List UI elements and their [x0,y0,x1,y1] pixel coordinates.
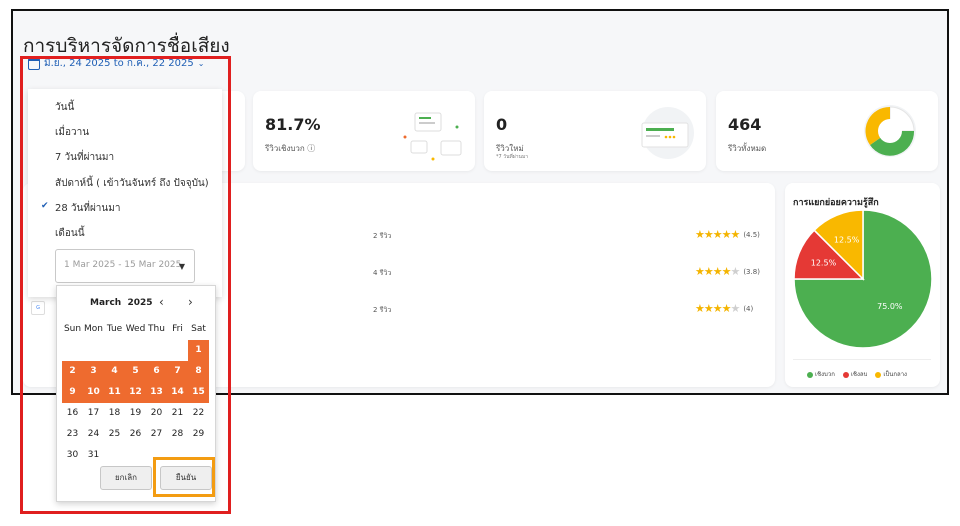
rating-value: (4.5) [743,230,760,239]
chevron-left-icon[interactable]: ‹ [159,295,164,309]
calendar-day[interactable]: 25 [104,424,125,445]
sentiment-card: การแยกย่อยความรู้สึก 75.0% 12.5% 12.5% เชิ… [785,183,940,387]
pie-data-label: 12.5% [811,259,837,268]
rating-row: ★★★★★ (4.5) [695,228,760,241]
weekday-header: Mon [84,324,103,334]
calendar-day[interactable]: 16 [62,403,83,424]
review-count: 2 รีวิว [373,306,392,314]
calendar-day[interactable]: 8 [188,361,209,382]
calendar-day[interactable]: 31 [83,445,104,466]
weekday-header: Fri [172,324,183,334]
date-range-trigger[interactable]: มิ.ย., 24 2025 to ก.ค., 22 2025 ⌄ [28,56,204,71]
stat-value: 0 [496,115,508,134]
calendar-day[interactable]: 22 [188,403,209,424]
calendar-day[interactable]: 1 [188,340,209,361]
weekday-header: Sun [63,324,82,334]
rating-value: (4) [743,304,754,313]
calendar-day[interactable]: 6 [146,361,167,382]
preset-last-28-days[interactable]: 28 วันที่ผ่านมา [41,201,121,216]
stat-value: 81.7% [265,115,321,134]
calendar-day[interactable]: 5 [125,361,146,382]
pie-data-label: 75.0% [877,302,903,311]
date-preset-dropdown: วันนี้ เมื่อวาน 7 วันที่ผ่านมา สัปดาห์นี… [28,89,222,297]
google-logo-icon: G [31,301,45,315]
weekday-header: Wed [125,324,146,334]
calendar-day[interactable]: 10 [83,382,104,403]
stat-card-positive: 81.7% รีวิวเชิงบวก ⓘ [253,91,475,171]
calendar-day[interactable]: 21 [167,403,188,424]
weekday-header: Tue [106,324,123,334]
calendar-day[interactable]: 15 [188,382,209,403]
calendar-day[interactable]: 7 [167,361,188,382]
calendar-day[interactable]: 20 [146,403,167,424]
stat-label: รีวิวทั้งหมด [728,144,767,153]
calendar-day[interactable]: 3 [83,361,104,382]
weekday-header: Sat [191,324,206,334]
star-rating: ★★★★★ [695,228,740,241]
caret-down-icon: ▼ [178,262,185,271]
legend-positive: เชิงบวก [807,369,835,379]
calendar-day[interactable]: 24 [83,424,104,445]
star-rating: ★★★★★ [695,265,740,278]
calendar-day[interactable]: 11 [104,382,125,403]
divider [793,359,931,360]
rating-row: ★★★★★ (3.8) [695,265,760,278]
stat-label: รีวิวเชิงบวก ⓘ [265,144,316,153]
chevron-down-icon: ⌄ [197,59,205,68]
date-range-label: มิ.ย., 24 2025 to ก.ค., 22 2025 [44,58,194,69]
weekday-header: Thu [148,324,165,334]
calendar-day[interactable]: 4 [104,361,125,382]
calendar-icon [28,57,40,70]
preset-this-month[interactable]: เดือนนี้ [55,226,85,241]
calendar-day[interactable]: 30 [62,445,83,466]
preset-this-week[interactable]: สัปดาห์นี้ ( เข้าวันจันทร์ ถึง ปัจจุบัน) [55,176,209,191]
calendar-day[interactable]: 26 [125,424,146,445]
chevron-right-icon[interactable]: › [188,295,193,309]
review-count: 2 รีวิว [373,232,392,240]
calendar-month-year: March 2025 [90,298,153,308]
calendar-day[interactable]: 27 [146,424,167,445]
chart-legend: เชิงบวก เชิงลบ เป็นกลาง [807,369,907,379]
preset-today[interactable]: วันนี้ [55,100,74,115]
stat-sub: *7 วันที่ผ่านมา [496,154,529,160]
donut-illustration-icon [864,105,916,157]
legend-negative: เชิงลบ [842,369,867,379]
stat-card-new-reviews: 0 รีวิวใหม่ *7 วันที่ผ่านมา [484,91,706,171]
stat-card-total-reviews: 464 รีวิวทั้งหมด [716,91,938,171]
calendar-day[interactable]: 28 [167,424,188,445]
calendar-day[interactable]: 17 [83,403,104,424]
illustration-icon [403,112,462,161]
rating-row: ★★★★★ (4) [695,302,753,315]
sentiment-title: การแยกย่อยความรู้สึก [793,198,879,208]
calendar-day[interactable]: 14 [167,382,188,403]
cancel-button[interactable]: ยกเลิก [100,466,152,490]
sentiment-pie-chart: 75.0% 12.5% 12.5% [793,209,933,349]
confirm-button[interactable]: ยืนยัน [160,466,212,490]
review-illustration-icon [641,107,694,159]
calendar-day[interactable]: 29 [188,424,209,445]
preset-yesterday[interactable]: เมื่อวาน [55,125,89,140]
preset-last-7-days[interactable]: 7 วันที่ผ่านมา [55,150,114,165]
calendar-day[interactable]: 9 [62,382,83,403]
calendar-day[interactable]: 12 [125,382,146,403]
calendar-picker: March 2025 ‹ › Sun Mon Tue Wed Thu Fri Sat 1 2 3 4… [56,285,216,502]
star-rating: ★★★★★ [695,302,740,315]
legend-neutral: เป็นกลาง [875,369,907,379]
calendar-day[interactable]: 18 [104,403,125,424]
stat-value: 464 [728,115,762,134]
calendar-day[interactable]: 19 [125,403,146,424]
calendar-day[interactable]: 2 [62,361,83,382]
custom-range-value: 1 Mar 2025 - 15 Mar 2025 [64,260,182,270]
calendar-day[interactable]: 13 [146,382,167,403]
pie-data-label: 12.5% [834,235,860,244]
custom-range-input[interactable]: 1 Mar 2025 - 15 Mar 2025 ▼ [55,249,195,283]
review-count: 4 รีวิว [373,269,392,277]
calendar-day[interactable]: 23 [62,424,83,445]
rating-value: (3.8) [743,267,760,276]
